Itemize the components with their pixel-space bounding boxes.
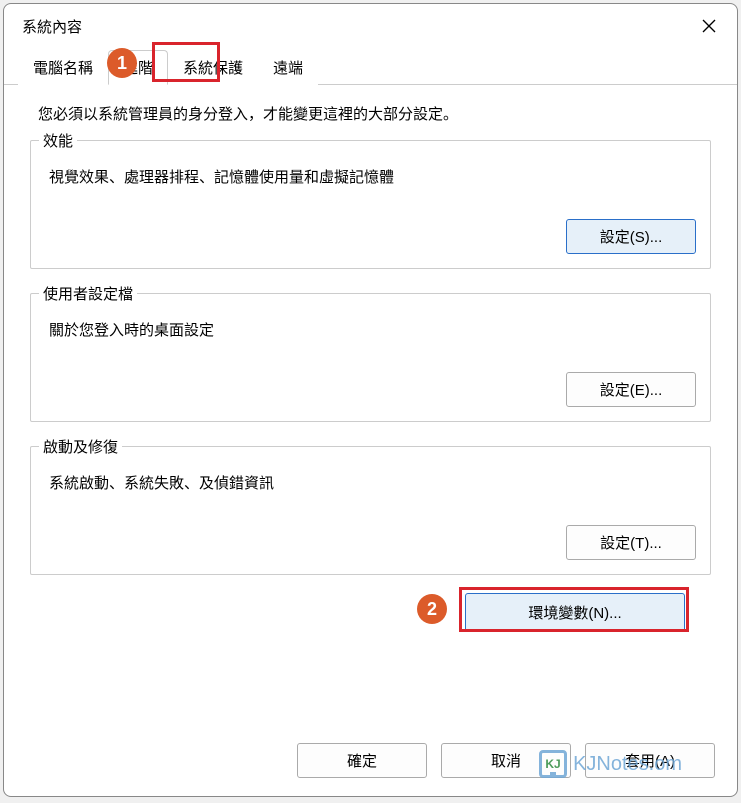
user-profiles-group: 使用者設定檔 關於您登入時的桌面設定 設定(E)... [30,293,711,422]
user-profiles-settings-button[interactable]: 設定(E)... [566,372,696,407]
titlebar: 系統內容 [4,4,737,46]
startup-recovery-group: 啟動及修復 系統啟動、系統失敗、及偵錯資訊 設定(T)... [30,446,711,575]
tab-computer-name[interactable]: 電腦名稱 [18,50,108,85]
cancel-button[interactable]: 取消 [441,743,571,778]
performance-settings-button[interactable]: 設定(S)... [566,219,696,254]
system-properties-dialog: 系統內容 電腦名稱 進階 系統保護 遠端 1 您必須以系統管理員的身分登入，才能… [3,3,738,797]
performance-group: 效能 視覺效果、處理器排程、記憶體使用量和虛擬記憶體 設定(S)... [30,140,711,269]
performance-desc: 視覺效果、處理器排程、記憶體使用量和虛擬記憶體 [49,166,696,187]
startup-recovery-settings-button[interactable]: 設定(T)... [566,525,696,560]
startup-recovery-desc: 系統啟動、系統失敗、及偵錯資訊 [49,472,696,493]
admin-note-text: 您必須以系統管理員的身分登入，才能變更這裡的大部分設定。 [38,103,711,124]
tab-advanced[interactable]: 進階 [108,50,168,85]
tab-system-protection[interactable]: 系統保護 [168,50,258,85]
dialog-title: 系統內容 [22,16,82,37]
annotation-badge-2: 2 [417,594,447,624]
ok-button[interactable]: 確定 [297,743,427,778]
dialog-footer: 確定 取消 套用(A) [4,729,737,796]
environment-variables-button[interactable]: 環境變數(N)... [465,593,685,632]
tab-remote[interactable]: 遠端 [258,50,318,85]
tab-bar: 電腦名稱 進階 系統保護 遠端 1 [4,46,737,85]
tab-content-advanced: 您必須以系統管理員的身分登入，才能變更這裡的大部分設定。 效能 視覺效果、處理器… [4,84,737,642]
startup-recovery-title: 啟動及修復 [39,436,122,457]
performance-title: 效能 [39,130,77,151]
user-profiles-desc: 關於您登入時的桌面設定 [49,319,696,340]
user-profiles-title: 使用者設定檔 [39,283,137,304]
close-icon[interactable] [695,12,723,40]
apply-button[interactable]: 套用(A) [585,743,715,778]
env-vars-row: 環境變數(N)... 2 [30,593,711,632]
